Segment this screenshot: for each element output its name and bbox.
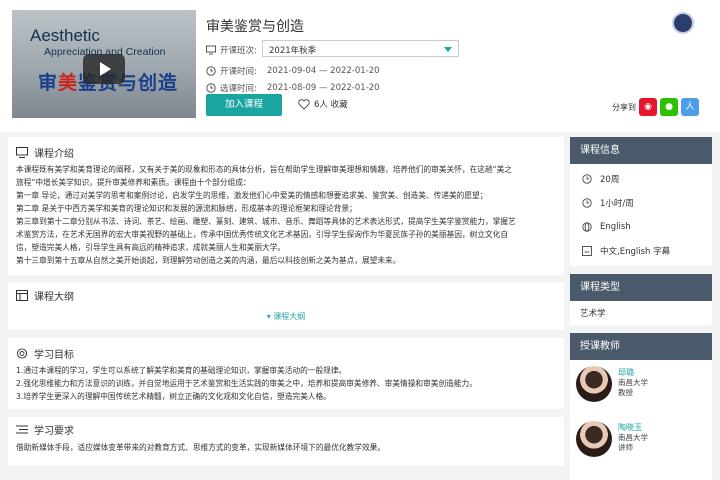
course-info-list: 20周 1小时/周 English 中文,English 字幕 [570,164,712,266]
divider [8,409,564,417]
course-header: Aesthetic Appreciation and Creation 审美鉴赏… [0,0,720,132]
requirements-text: 借助新媒体手段，适应媒体变革带来的对教育方式、思维方式的变革，实现新媒体环境下的… [16,443,386,452]
select-time-label: 选课时间: [220,84,257,94]
teacher-title: 讲师 [618,443,633,452]
open-time-value: 2021-09-04 — 2022-01-20 [266,66,380,76]
course-subtitles: 中文,English 字幕 [570,239,712,263]
course-info-heading: 课程信息 [570,137,712,164]
weibo-icon[interactable]: ◉ [639,98,657,116]
target-icon [16,347,28,359]
sidebar: 课程信息 20周 1小时/周 English 中文,English 字幕 课程类… [570,137,712,480]
teacher-title: 教授 [618,388,633,397]
intro-text: 本课程既有美学和美育理论的阐释，又有关于美的现象和形态的具体分析，旨在帮助学生理… [16,165,516,265]
clock-icon [206,83,216,93]
teacher-list: 邱璐 南昌大学 教授 陶晓玉 南昌大学 讲师 [570,360,712,480]
chevron-down-icon [444,47,452,52]
university-logo [672,12,694,34]
teachers-heading: 授课教师 [570,333,712,360]
course-type-heading: 课程类型 [570,274,712,301]
teacher-org: 南昌大学 [618,378,648,387]
intro-heading: 课程介绍 [8,137,564,163]
requirements-heading: 学习要求 [8,417,564,441]
select-time-value: 2021-08-09 — 2022-01-20 [266,83,380,93]
teacher-card[interactable]: 陶晓玉 南昌大学 讲师 [576,421,712,476]
teacher-card[interactable]: 邱璐 南昌大学 教授 [576,366,712,421]
avatar [576,421,612,457]
term-select-value: 2021年秋季 [269,46,317,56]
duration-weeks: 20周 [570,167,712,191]
course-language: English [570,215,712,239]
term-row: 开课班次: [206,44,257,56]
outline-heading: 课程大纲 [8,283,564,307]
wechat-icon[interactable]: ● [660,98,678,116]
course-type-value: 艺术学 [570,301,712,325]
teacher-name[interactable]: 陶晓玉 [618,423,648,433]
goals-text: 1.通过本课程的学习，学生可以系统了解美学和美育的基础理论知识，掌握审美活动的一… [16,366,477,401]
renren-icon[interactable]: 人 [681,98,699,116]
teacher-name[interactable]: 邱璐 [618,368,648,378]
outline-toggle[interactable]: ▾ 课程大纲 [8,307,564,330]
course-cover-video[interactable]: Aesthetic Appreciation and Creation 审美鉴赏… [12,10,196,118]
clock-icon [582,174,592,184]
table-icon [16,289,28,301]
favorite-button[interactable]: 6人 收藏 [298,98,348,110]
monitor-icon [16,146,28,158]
select-time-row: 选课时间: 2021-08-09 — 2022-01-20 [206,82,380,94]
divider [8,330,564,338]
divider [8,275,564,283]
globe-icon [582,222,592,232]
open-time-label: 开课时间: [220,67,257,77]
course-title: 审美鉴赏与创造 [206,19,304,35]
heart-icon [298,98,310,110]
hours-per-week: 1小时/周 [570,191,712,215]
monitor-icon [206,45,216,55]
favorite-count: 6人 收藏 [314,100,348,110]
enroll-button[interactable]: 加入课程 [206,94,282,116]
share-label: 分享到 [612,102,636,112]
clock-icon [582,198,592,208]
term-select[interactable]: 2021年秋季 [262,40,459,57]
teacher-org: 南昌大学 [618,433,648,442]
list-icon [16,425,28,433]
share-bar: 分享到 ◉ ● 人 [612,98,699,116]
open-time-row: 开课时间: 2021-09-04 — 2022-01-20 [206,65,380,77]
avatar [576,366,612,402]
play-icon[interactable] [83,54,125,84]
main-content: 课程介绍 本课程既有美学和美育理论的阐释，又有关于美的现象和形态的具体分析，旨在… [8,137,564,466]
clock-icon [206,66,216,76]
term-label: 开课班次: [220,46,257,56]
goals-heading: 学习目标 [8,338,564,364]
subtitle-icon [582,246,592,256]
cover-title-en: Aesthetic [30,26,100,45]
